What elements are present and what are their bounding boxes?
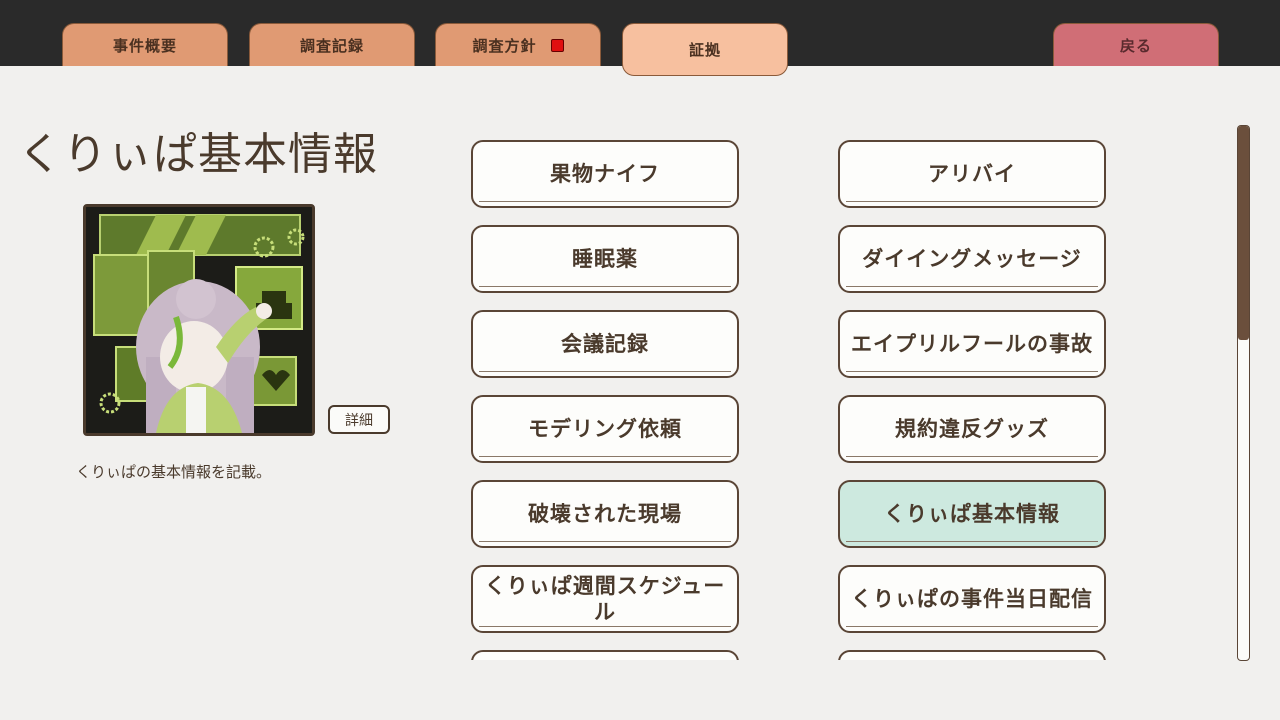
- evidence-item-label: エイプリルフールの事故: [851, 332, 1093, 356]
- evidence-item[interactable]: くりぃぱの事件当日配信: [838, 565, 1106, 633]
- tab-label: 証拠: [688, 41, 721, 59]
- tab-label: 調査方針: [472, 36, 537, 55]
- evidence-item-label: 規約違反グッズ: [895, 417, 1049, 441]
- back-button[interactable]: 戻る: [1053, 23, 1219, 66]
- evidence-item-selected[interactable]: くりぃぱ基本情報: [838, 480, 1106, 548]
- detail-button-label: 詳細: [345, 412, 373, 429]
- tab-evidence[interactable]: 証拠: [622, 23, 788, 76]
- evidence-item[interactable]: くりぃぱ週間スケジュール: [471, 565, 739, 633]
- evidence-item[interactable]: 睡眠薬: [471, 225, 739, 293]
- scrollbar-thumb[interactable]: [1238, 126, 1249, 340]
- tab-label: 事件概要: [112, 36, 177, 55]
- tab-case-summary[interactable]: 事件概要: [62, 23, 228, 66]
- evidence-item[interactable]: 会議記録: [471, 310, 739, 378]
- evidence-item-label: 破壊された現場: [528, 502, 682, 526]
- detail-button[interactable]: 詳細: [328, 405, 390, 434]
- evidence-item[interactable]: [471, 650, 739, 660]
- evidence-item[interactable]: ダイイングメッセージ: [838, 225, 1106, 293]
- evidence-item-label: アリバイ: [928, 162, 1016, 186]
- evidence-list: 果物ナイフ アリバイ 睡眠薬 ダイイングメッセージ 会議記録 エイプリルフールの…: [460, 130, 1120, 660]
- evidence-item-label: くりぃぱ基本情報: [884, 502, 1060, 526]
- evidence-item[interactable]: 破壊された現場: [471, 480, 739, 548]
- tab-label: 調査記録: [299, 36, 364, 55]
- character-portrait: [83, 204, 315, 436]
- evidence-item[interactable]: [838, 650, 1106, 660]
- tab-investigation-log[interactable]: 調査記録: [249, 23, 415, 66]
- scrollbar[interactable]: [1237, 125, 1250, 661]
- evidence-title: くりぃぱ基本情報: [18, 129, 378, 180]
- notification-badge: [550, 38, 564, 52]
- evidence-item-label: くりぃぱ週間スケジュール: [484, 574, 726, 624]
- evidence-item[interactable]: エイプリルフールの事故: [838, 310, 1106, 378]
- evidence-item-label: くりぃぱの事件当日配信: [851, 587, 1093, 611]
- evidence-item[interactable]: アリバイ: [838, 140, 1106, 208]
- evidence-item-label: 会議記録: [561, 332, 649, 356]
- evidence-item-label: ダイイングメッセージ: [862, 247, 1082, 271]
- evidence-item-label: 果物ナイフ: [550, 162, 660, 186]
- tab-investigation-policy[interactable]: 調査方針: [435, 23, 601, 66]
- evidence-item-label: 睡眠薬: [572, 247, 638, 271]
- top-bar: 事件概要 調査記録 調査方針 証拠 戻る: [0, 0, 1280, 76]
- portrait-illustration: [86, 207, 312, 433]
- evidence-item-label: モデリング依頼: [528, 417, 682, 441]
- evidence-item[interactable]: 果物ナイフ: [471, 140, 739, 208]
- evidence-description: くりぃぱの基本情報を記載。: [76, 463, 272, 481]
- evidence-item[interactable]: モデリング依頼: [471, 395, 739, 463]
- evidence-item[interactable]: 規約違反グッズ: [838, 395, 1106, 463]
- back-button-label: 戻る: [1119, 36, 1152, 55]
